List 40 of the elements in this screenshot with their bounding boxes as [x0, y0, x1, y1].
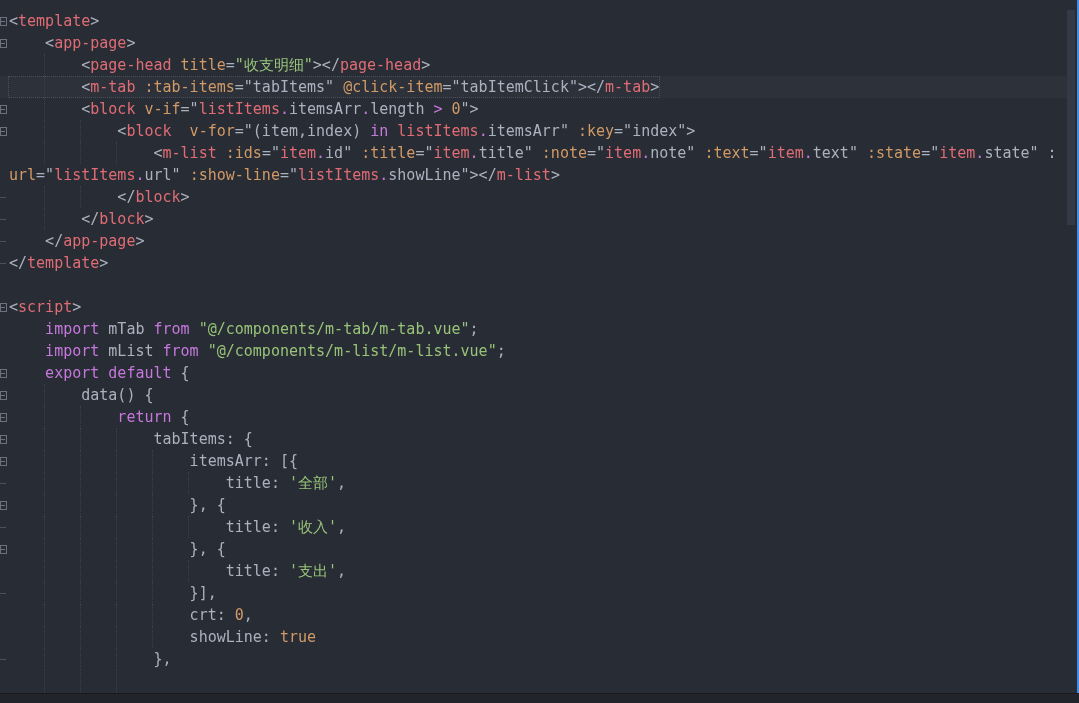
code-line: <script> [8, 297, 83, 318]
fold-toggle-icon[interactable] [0, 544, 7, 554]
code-line: </block> [116, 187, 191, 208]
code-line: title: '支出', [224, 561, 348, 582]
fold-toggle-icon[interactable] [0, 302, 7, 312]
code-line: data() { [80, 385, 155, 406]
code-line: export default { [44, 363, 191, 384]
code-line: </block> [80, 209, 155, 230]
fold-toggle-icon[interactable] [0, 434, 7, 444]
code-line: </app-page> [44, 231, 146, 252]
code-line: url="listItems.url" :show-line="listItems.showLine"></m-list> [8, 165, 561, 186]
code-line: <m-list :ids="item.id" :title="item.title" :note="item.note" :text="item.text" :state="item.state" : [152, 143, 1058, 164]
code-line: </template> [8, 253, 110, 274]
code-line: }, { [188, 495, 227, 516]
code-line: <block v-if="listItems.itemsArr.length > 0"> [80, 99, 480, 120]
code-line: return { [116, 407, 191, 428]
code-line: itemsArr: [{ [188, 451, 299, 472]
code-line: tabItems: { [152, 429, 254, 450]
fold-toggle-icon[interactable] [0, 368, 7, 378]
code-line: <block v-for="(item,index) in listItems.itemsArr" :key="index"> [116, 121, 697, 142]
code-line: }, [152, 649, 173, 670]
fold-toggle-icon[interactable] [0, 16, 7, 26]
fold-toggle-icon[interactable] [0, 412, 7, 422]
code-line: import mTab from "@/components/m-tab/m-tab.vue"; [44, 319, 480, 340]
code-line: import mList from "@/components/m-list/m-list.vue"; [44, 341, 507, 362]
code-line: <template> [8, 11, 101, 32]
fold-toggle-icon[interactable] [0, 390, 7, 400]
fold-toggle-icon[interactable] [0, 456, 7, 466]
code-line: <app-page> [44, 33, 137, 54]
fold-toggle-icon[interactable] [0, 104, 7, 114]
fold-toggle-icon[interactable] [0, 126, 7, 136]
code-line: crt: 0, [188, 605, 254, 626]
code-line: }, { [188, 539, 227, 560]
code-line: title: '全部', [224, 473, 348, 494]
code-line: <page-head title="收支明细"></page-head> [80, 55, 432, 76]
fold-toggle-icon[interactable] [0, 38, 7, 48]
code-line: }], [188, 583, 218, 604]
code-line: title: '收入', [224, 517, 348, 538]
code-line: showLine: true [188, 627, 318, 648]
fold-toggle-icon[interactable] [0, 500, 7, 510]
